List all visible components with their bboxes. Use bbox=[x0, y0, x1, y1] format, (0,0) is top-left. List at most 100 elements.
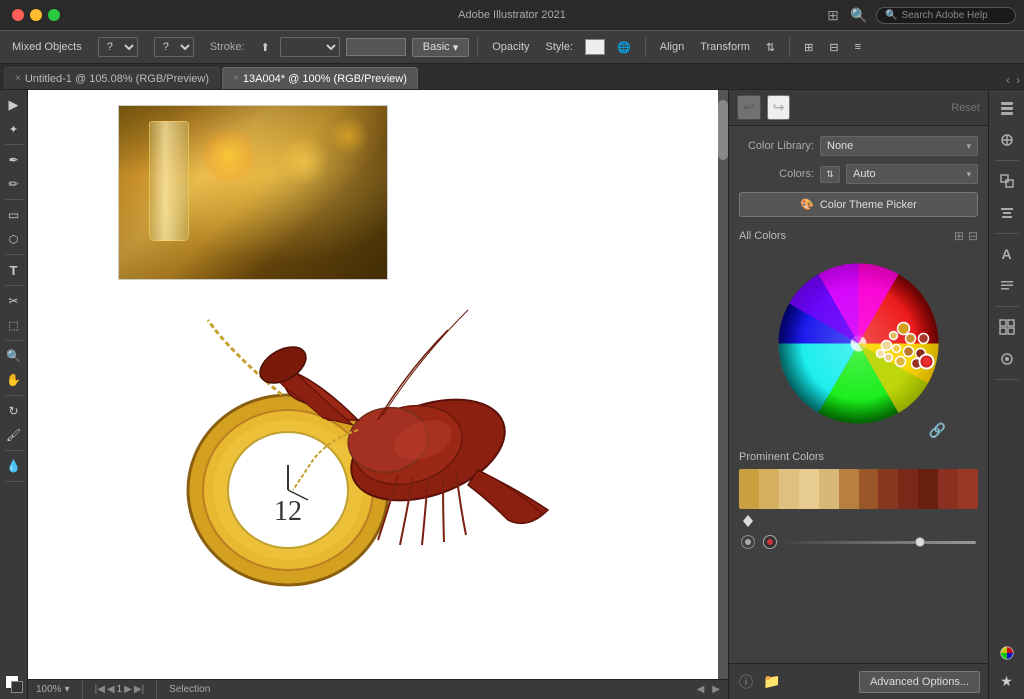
next-artboard-btn[interactable]: ▶ bbox=[712, 684, 720, 695]
search-adobe-help[interactable]: 🔍 Search Adobe Help bbox=[876, 7, 1016, 24]
swatch-9[interactable] bbox=[898, 469, 918, 509]
swatch-10[interactable] bbox=[918, 469, 938, 509]
search-help-icon[interactable]: 🔍 bbox=[850, 6, 868, 24]
prev-page-btn[interactable]: ◀ bbox=[107, 684, 115, 695]
libraries-btn[interactable] bbox=[993, 345, 1021, 373]
zoom-chevron[interactable]: ▾ bbox=[65, 684, 70, 695]
pencil-tool[interactable]: ✏ bbox=[3, 173, 25, 195]
polygon-tool[interactable]: ⬡ bbox=[3, 228, 25, 250]
stroke-select[interactable]: ? bbox=[148, 35, 200, 59]
color-slider[interactable] bbox=[785, 541, 976, 544]
tab-untitled[interactable]: × Untitled-1 @ 105.08% (RGB/Preview) bbox=[4, 67, 220, 89]
eyedropper-tool[interactable]: 💧 bbox=[3, 455, 25, 477]
redo-btn[interactable]: ↪ bbox=[767, 95, 791, 120]
properties-icon[interactable]: ⊟ bbox=[823, 39, 844, 56]
slider-thumb[interactable] bbox=[915, 537, 925, 547]
properties-panel-btn[interactable] bbox=[993, 126, 1021, 154]
stroke-width-select[interactable] bbox=[280, 37, 340, 57]
basic-button[interactable]: Basic ▾ bbox=[412, 38, 469, 57]
selection-tool[interactable]: ▶ bbox=[3, 94, 25, 116]
swatch-4[interactable] bbox=[799, 469, 819, 509]
character-panel-btn[interactable]: A bbox=[993, 240, 1021, 268]
tab-arrow-right[interactable]: › bbox=[1016, 73, 1020, 87]
swatch-8[interactable] bbox=[878, 469, 898, 509]
tab-close-icon-2[interactable]: × bbox=[233, 73, 239, 84]
search-placeholder: Search Adobe Help bbox=[901, 10, 987, 21]
pen-tool[interactable]: ✒ bbox=[3, 149, 25, 171]
undo-btn[interactable]: ↩ bbox=[737, 95, 761, 120]
tab-close-icon[interactable]: × bbox=[15, 73, 21, 84]
swatch-11[interactable] bbox=[938, 469, 958, 509]
minimize-button[interactable] bbox=[30, 9, 42, 21]
color-library-select[interactable]: None ▾ bbox=[820, 136, 978, 156]
zoom-tool[interactable]: 🔍 bbox=[3, 345, 25, 367]
canvas-area[interactable]: 12 bbox=[28, 90, 728, 699]
vertical-scrollbar[interactable] bbox=[718, 90, 728, 679]
eraser-tool[interactable]: ⬚ bbox=[3, 314, 25, 336]
transform-panel-btn[interactable] bbox=[993, 167, 1021, 195]
scrollbar-thumb[interactable] bbox=[718, 100, 728, 160]
colors-select[interactable]: ⇅ bbox=[820, 166, 840, 183]
style-label: Style: bbox=[540, 39, 580, 55]
info-btn[interactable]: ⓘ bbox=[737, 670, 755, 694]
next-page-btn[interactable]: ▶ bbox=[124, 684, 132, 695]
layers-btn[interactable] bbox=[993, 94, 1021, 122]
grid-icon[interactable]: ⊞ bbox=[824, 6, 842, 24]
color-wheel-container: 🔗 bbox=[739, 251, 978, 439]
menu-icon[interactable]: ≡ bbox=[849, 39, 867, 55]
color-swatches[interactable] bbox=[739, 469, 978, 509]
direct-selection-tool[interactable]: ✦ bbox=[3, 118, 25, 140]
globe-icon[interactable]: 🌐 bbox=[611, 39, 637, 56]
align-panel-btn[interactable] bbox=[993, 199, 1021, 227]
scissors-tool[interactable]: ✂ bbox=[3, 290, 25, 312]
brush-tool[interactable]: 🖌 bbox=[3, 424, 25, 446]
zoom-control[interactable]: 100% ▾ bbox=[36, 684, 70, 695]
paragraph-panel-btn[interactable] bbox=[993, 272, 1021, 300]
last-page-btn[interactable]: ▶| bbox=[134, 684, 144, 695]
artboards-btn[interactable] bbox=[993, 313, 1021, 341]
swatch-3[interactable] bbox=[779, 469, 799, 509]
swatches-btn[interactable]: ★ bbox=[993, 667, 1021, 695]
swatch-5[interactable] bbox=[819, 469, 839, 509]
swatch-6[interactable] bbox=[839, 469, 859, 509]
link-btn[interactable]: 🔗 bbox=[929, 422, 946, 439]
type-tool[interactable]: T bbox=[3, 259, 25, 281]
chevron-down-icon-2: ▾ bbox=[966, 169, 971, 180]
stroke-indicator[interactable] bbox=[11, 681, 23, 693]
maximize-button[interactable] bbox=[48, 9, 60, 21]
grid-view-btn[interactable]: ⊞ bbox=[954, 229, 964, 243]
document-canvas[interactable]: 12 bbox=[28, 90, 728, 679]
stroke-select-2[interactable]: ? bbox=[154, 37, 194, 57]
swatch-12[interactable] bbox=[958, 469, 978, 509]
arrange-icon[interactable]: ⊞ bbox=[798, 39, 819, 56]
panel-header: ↩ ↪ Reset bbox=[729, 90, 988, 126]
list-view-btn[interactable]: ⊟ bbox=[968, 229, 978, 243]
reset-btn[interactable]: Reset bbox=[951, 102, 980, 114]
prev-artboard-btn[interactable]: ◀ bbox=[697, 684, 705, 695]
color-wheel-svg[interactable] bbox=[766, 251, 951, 436]
rectangle-tool[interactable]: ▭ bbox=[3, 204, 25, 226]
swatch-2[interactable] bbox=[759, 469, 779, 509]
question-btn[interactable]: ? bbox=[92, 35, 144, 59]
colors-value-select[interactable]: Auto ▾ bbox=[846, 164, 978, 184]
hand-tool[interactable]: ✋ bbox=[3, 369, 25, 391]
radio-btn-1[interactable] bbox=[741, 535, 755, 549]
advanced-options-btn[interactable]: Advanced Options... bbox=[859, 671, 980, 693]
close-button[interactable] bbox=[12, 9, 24, 21]
svg-text:12: 12 bbox=[274, 496, 302, 527]
stroke-up-btn[interactable]: ⬆ bbox=[255, 39, 276, 56]
transform-icon[interactable]: ⇅ bbox=[760, 39, 781, 56]
tab-arrow-left[interactable]: ‹ bbox=[1006, 73, 1010, 87]
swatch-7[interactable] bbox=[859, 469, 879, 509]
tab-13a004[interactable]: × 13A004* @ 100% (RGB/Preview) bbox=[222, 67, 418, 89]
fr-sep-2 bbox=[995, 233, 1019, 234]
first-page-btn[interactable]: |◀ bbox=[95, 684, 105, 695]
rotate-tool[interactable]: ↻ bbox=[3, 400, 25, 422]
swatch-1[interactable] bbox=[739, 469, 759, 509]
radio-btn-2[interactable] bbox=[763, 535, 777, 549]
color-panel-btn[interactable] bbox=[993, 639, 1021, 667]
stroke-type-select[interactable]: ? bbox=[98, 37, 138, 57]
colors-label: Colors: bbox=[739, 168, 814, 180]
color-theme-picker-btn[interactable]: 🎨 Color Theme Picker bbox=[739, 192, 978, 217]
folder-btn[interactable]: 📁 bbox=[761, 671, 782, 692]
